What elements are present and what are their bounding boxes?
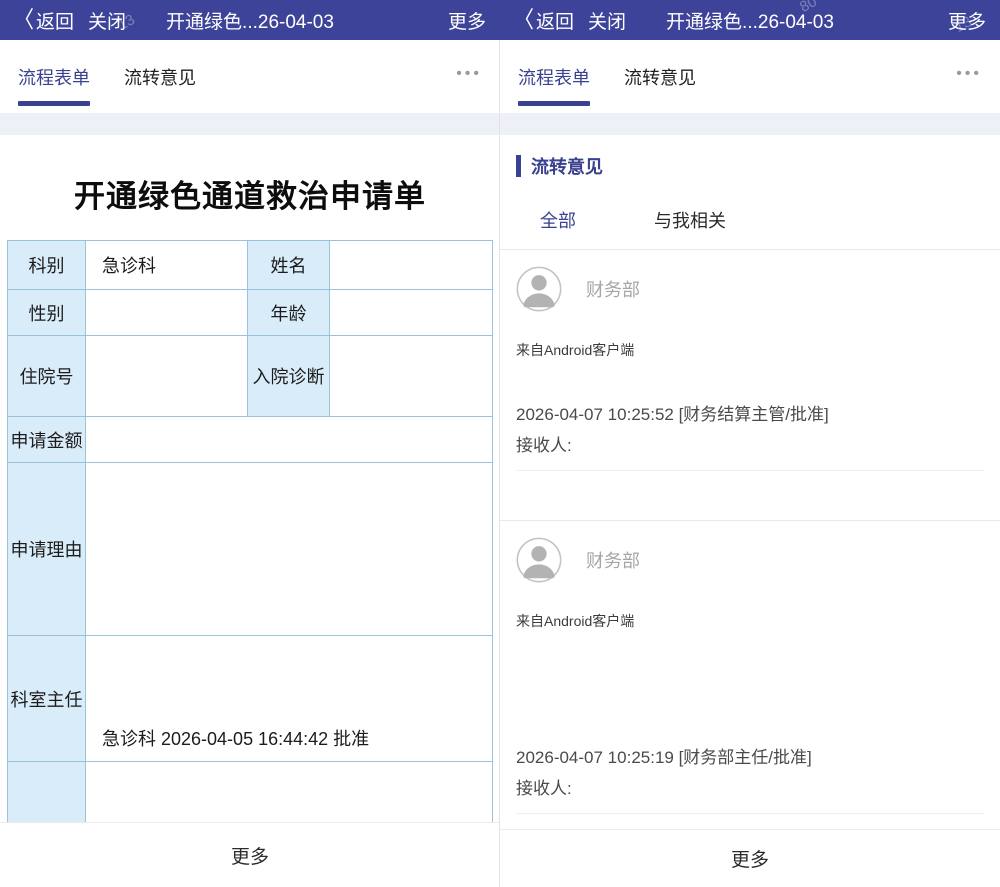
field-label-department: 科别 <box>8 241 86 289</box>
close-button[interactable]: 关闭 <box>588 7 626 34</box>
app-window: 〈返回 关闭 开通绿色...26-04-03 更多 13 流程表单 流转意见 •… <box>0 0 1000 887</box>
back-label: 返回 <box>536 7 574 34</box>
table-row: 性别 年龄 <box>8 290 492 336</box>
filter-all[interactable]: 全部 <box>540 207 576 233</box>
more-menu-button[interactable]: 更多 <box>948 7 986 34</box>
section-accent-bar <box>516 155 521 177</box>
filter-related-to-me[interactable]: 与我相关 <box>654 207 726 233</box>
avatar-person-icon <box>516 266 562 312</box>
opinion-author: 财务部 <box>586 276 640 302</box>
field-value-gender <box>86 290 248 335</box>
field-value-department: 急诊科 <box>86 241 248 289</box>
field-label-name: 姓名 <box>248 241 330 289</box>
navbar: 〈返回 关闭 开通绿色...26-04-03 更多 80 13 <box>500 0 1000 40</box>
opinion-timestamp-role: 2026-04-07 10:25:19 [财务部主任/批准] <box>516 743 984 768</box>
field-value-name <box>330 241 492 289</box>
tab-process-form[interactable]: 流程表单 <box>518 40 590 113</box>
field-value-hospital-number <box>86 336 248 416</box>
navbar: 〈返回 关闭 开通绿色...26-04-03 更多 13 <box>0 0 500 40</box>
field-value-amount <box>86 417 492 462</box>
close-button[interactable]: 关闭 <box>88 7 126 34</box>
field-label-reason: 申请理由 <box>8 463 86 635</box>
divider <box>516 470 984 471</box>
field-label-gender: 性别 <box>8 290 86 335</box>
panel-divider <box>499 40 500 887</box>
opinion-receiver-label: 接收人: <box>516 774 984 799</box>
table-row: 申请金额 <box>8 417 492 463</box>
opinion-source: 来自Android客户端 <box>516 340 984 360</box>
field-value-department-director-approval: 急诊科 2026-04-05 16:44:42 批准 <box>86 636 492 761</box>
table-row <box>8 762 492 823</box>
opinion-item: 财务部 来自Android客户端 2026-04-07 10:25:52 [财务… <box>500 250 1000 520</box>
window-title: 开通绿色...26-04-03 <box>166 7 334 34</box>
field-value-age <box>330 290 492 335</box>
load-more-button[interactable]: 更多 <box>500 829 1000 887</box>
application-form-table: 科别 急诊科 姓名 性别 年龄 住院号 入院诊断 申请金额 <box>7 240 493 823</box>
field-label-admission-diagnosis: 入院诊断 <box>248 336 330 416</box>
opinion-timestamp-role: 2026-04-07 10:25:52 [财务结算主管/批准] <box>516 400 984 425</box>
avatar-person-icon <box>516 537 562 583</box>
field-label-hospital-number: 住院号 <box>8 336 86 416</box>
tab-bar: 流程表单 流转意见 ••• <box>0 40 500 113</box>
load-more-button[interactable]: 更多 <box>0 822 500 887</box>
table-row: 科室主任 急诊科 2026-04-05 16:44:42 批准 <box>8 636 492 762</box>
back-button[interactable]: 〈返回 <box>14 7 74 34</box>
field-value-empty <box>86 762 492 823</box>
opinion-source: 来自Android客户端 <box>516 611 984 631</box>
back-button[interactable]: 〈返回 <box>514 7 574 34</box>
opinion-receiver-label: 接收人: <box>516 431 984 456</box>
tab-circulation-opinions[interactable]: 流转意见 <box>124 40 196 113</box>
opinions-section-header: 流转意见 <box>516 153 1000 179</box>
opinions-section-title: 流转意见 <box>531 153 603 179</box>
opinion-filters: 全部 与我相关 <box>540 207 1000 249</box>
form-title: 开通绿色通道救治申请单 <box>0 171 500 216</box>
divider-band <box>0 113 500 135</box>
table-row: 科别 急诊科 姓名 <box>8 241 492 290</box>
divider <box>516 813 984 814</box>
ellipsis-icon[interactable]: ••• <box>456 65 482 89</box>
table-row: 申请理由 <box>8 463 492 636</box>
table-row: 住院号 入院诊断 <box>8 336 492 417</box>
chevron-left-icon: 〈 <box>14 9 34 32</box>
divider-band <box>500 113 1000 135</box>
field-label-age: 年龄 <box>248 290 330 335</box>
field-label-department-director: 科室主任 <box>8 636 86 761</box>
more-menu-button[interactable]: 更多 <box>448 7 486 34</box>
ellipsis-icon[interactable]: ••• <box>956 65 982 89</box>
chevron-left-icon: 〈 <box>514 9 534 32</box>
opinion-item: 财务部 来自Android客户端 2026-04-07 10:25:19 [财务… <box>500 521 1000 814</box>
field-value-admission-diagnosis <box>330 336 492 416</box>
tab-process-form[interactable]: 流程表单 <box>18 40 90 113</box>
panel-opinions-view: 〈返回 关闭 开通绿色...26-04-03 更多 80 13 流程表单 流转意… <box>500 0 1000 887</box>
window-title: 开通绿色...26-04-03 <box>666 7 834 34</box>
tab-bar: 流程表单 流转意见 ••• <box>500 40 1000 113</box>
opinion-author: 财务部 <box>586 547 640 573</box>
tab-circulation-opinions[interactable]: 流转意见 <box>624 40 696 113</box>
panel-form-view: 〈返回 关闭 开通绿色...26-04-03 更多 13 流程表单 流转意见 •… <box>0 0 500 887</box>
field-value-reason <box>86 463 492 635</box>
field-label-empty <box>8 762 86 823</box>
back-label: 返回 <box>36 7 74 34</box>
field-label-amount: 申请金额 <box>8 417 86 462</box>
